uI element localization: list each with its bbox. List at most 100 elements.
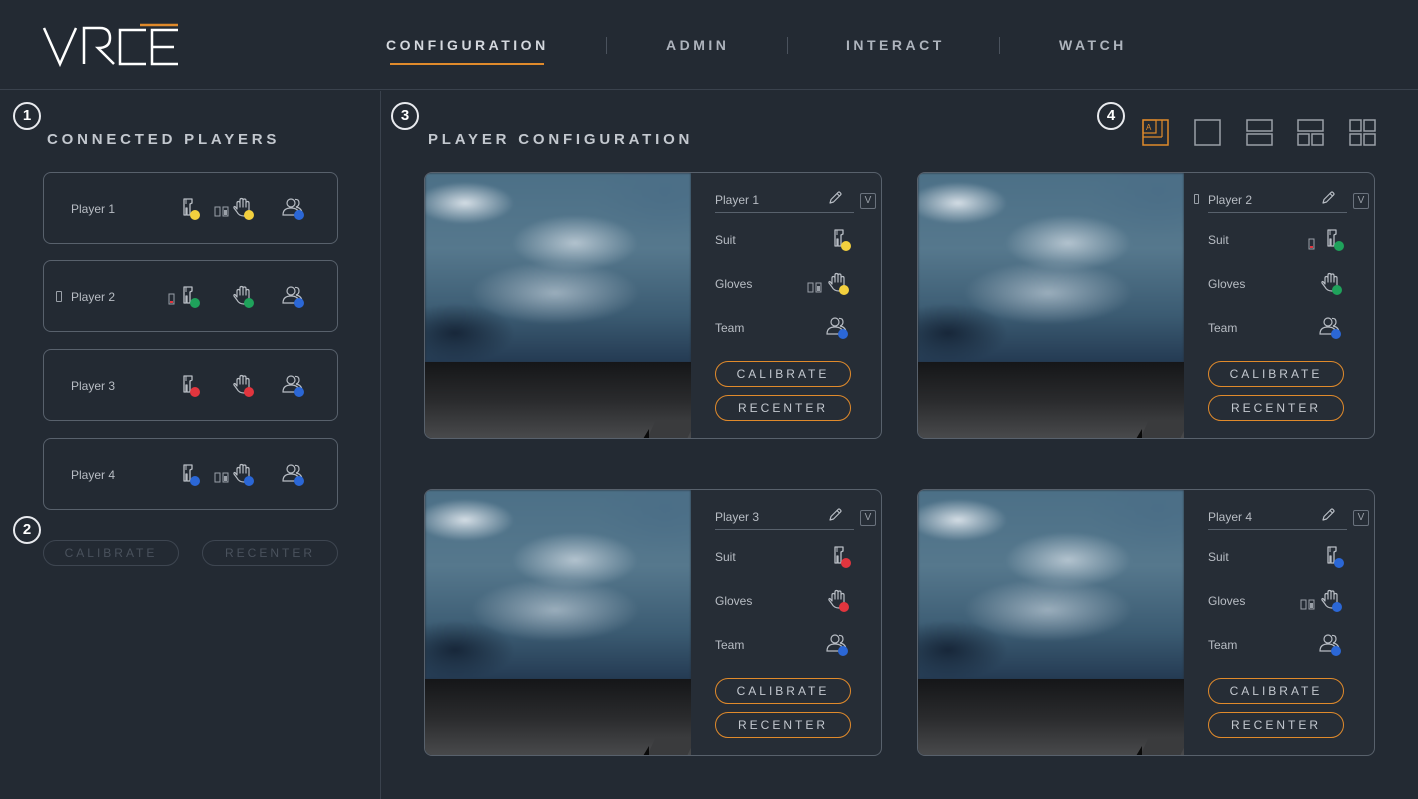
calibrate-button[interactable]: CALIBRATE (1208, 678, 1344, 704)
suit-label: Suit (1208, 550, 1229, 564)
status-dot (1334, 558, 1344, 568)
status-dot (838, 646, 848, 656)
calibrate-button[interactable]: CALIBRATE (1208, 361, 1344, 387)
player-settings: Player 1 V Suit Gloves Team CALIBRATE RECENTER (691, 173, 881, 438)
layout-two-rows-icon[interactable] (1246, 119, 1273, 146)
glove-batteries-icon (1300, 597, 1316, 610)
nav-admin[interactable]: ADMIN (666, 37, 729, 53)
player-config-panel: Player 3 V Suit Gloves Team CALIBRATE RECENTER (424, 489, 882, 756)
svg-text:A: A (1146, 123, 1152, 132)
suit-icon (827, 226, 855, 254)
nav-interact[interactable]: INTERACT (846, 37, 945, 53)
team-icon (1317, 631, 1345, 659)
name-underline (715, 529, 854, 530)
battery-low-icon (1308, 237, 1315, 250)
status-dot (1332, 602, 1342, 612)
calibrate-button[interactable]: CALIBRATE (715, 678, 851, 704)
calibrate-all-button[interactable]: CALIBRATE (43, 540, 179, 566)
glove-batteries-icon (214, 470, 230, 483)
edit-pencil-icon[interactable] (827, 190, 843, 206)
sky-background (918, 173, 1184, 363)
glove-icon (825, 587, 853, 615)
recenter-button[interactable]: RECENTER (715, 712, 851, 738)
glove-icon (1318, 587, 1346, 615)
vree-logo (42, 23, 178, 68)
player-camera-view (918, 173, 1184, 438)
status-dot (190, 298, 200, 308)
connected-player-card[interactable]: Player 2 (43, 260, 338, 332)
recenter-all-button[interactable]: RECENTER (202, 540, 338, 566)
suit-icon (176, 461, 204, 489)
recenter-button[interactable]: RECENTER (1208, 395, 1344, 421)
battery-icon (1194, 194, 1199, 204)
gloves-label: Gloves (1208, 594, 1246, 608)
status-dot (1331, 646, 1341, 656)
player-name-field[interactable]: Player 2 (1208, 193, 1252, 207)
status-dot (1334, 241, 1344, 251)
player-settings: Player 4 V Suit Gloves Team CALIBRATE RECENTER (1184, 490, 1374, 755)
nav-configuration[interactable]: CONFIGURATION (386, 37, 549, 53)
team-icon (1317, 314, 1345, 342)
ground-shade (1139, 738, 1184, 755)
name-underline (1208, 529, 1347, 530)
status-dot (244, 298, 254, 308)
expand-toggle-button[interactable]: V (860, 510, 876, 526)
status-dot (294, 298, 304, 308)
ground-shade (646, 738, 691, 755)
expand-toggle-button[interactable]: V (1353, 193, 1369, 209)
player-name-field[interactable]: Player 3 (715, 510, 759, 524)
glove-batteries-icon (807, 280, 823, 293)
suit-label: Suit (1208, 233, 1229, 247)
connected-player-card[interactable]: Player 1 (43, 172, 338, 244)
calibrate-button[interactable]: CALIBRATE (715, 361, 851, 387)
suit-icon (176, 372, 204, 400)
connected-players-title: CONNECTED PLAYERS (47, 131, 281, 148)
player-name: Player 3 (71, 379, 116, 393)
glove-icon (1318, 270, 1346, 298)
gloves-label: Gloves (715, 594, 753, 608)
edit-pencil-icon[interactable] (1320, 190, 1336, 206)
gloves-label: Gloves (715, 277, 753, 291)
status-dot (244, 210, 254, 220)
expand-toggle-button[interactable]: V (1353, 510, 1369, 526)
player-name-field[interactable]: Player 1 (715, 193, 759, 207)
layout-auto-icon[interactable]: A (1142, 119, 1169, 146)
player-settings: Player 3 V Suit Gloves Team CALIBRATE RECENTER (691, 490, 881, 755)
status-dot (838, 329, 848, 339)
layout-single-icon[interactable] (1194, 119, 1221, 146)
step-marker-2: 2 (13, 516, 41, 544)
expand-toggle-button[interactable]: V (860, 193, 876, 209)
battery-icon (56, 291, 62, 302)
player-name: Player 4 (71, 468, 116, 482)
step-marker-1: 1 (13, 102, 41, 130)
connected-player-card[interactable]: Player 4 (43, 438, 338, 510)
player-config-panel: Player 2 V Suit Gloves Team CALIBRATE RECENTER (917, 172, 1375, 439)
status-dot (294, 387, 304, 397)
status-dot (190, 476, 200, 486)
edit-pencil-icon[interactable] (1320, 507, 1336, 523)
status-dot (294, 210, 304, 220)
name-underline (715, 212, 854, 213)
layout-three-split-icon[interactable] (1297, 119, 1324, 146)
recenter-button[interactable]: RECENTER (715, 395, 851, 421)
team-label: Team (1208, 638, 1238, 652)
team-label: Team (715, 321, 745, 335)
suit-icon (827, 543, 855, 571)
top-header: CONFIGURATION ADMIN INTERACT WATCH (0, 0, 1418, 90)
ground-notch (1136, 746, 1142, 755)
ground-notch (1136, 429, 1142, 438)
recenter-button[interactable]: RECENTER (1208, 712, 1344, 738)
player-camera-view (425, 173, 691, 438)
team-label: Team (715, 638, 745, 652)
edit-pencil-icon[interactable] (827, 507, 843, 523)
status-dot (1331, 329, 1341, 339)
player-name-field[interactable]: Player 4 (1208, 510, 1252, 524)
player-config-panel: Player 1 V Suit Gloves Team CALIBRATE RECENTER (424, 172, 882, 439)
nav-watch[interactable]: WATCH (1059, 37, 1127, 53)
status-dot (190, 210, 200, 220)
sky-background (918, 490, 1184, 680)
connected-player-card[interactable]: Player 3 (43, 349, 338, 421)
ground-notch (643, 746, 649, 755)
nav-separator (787, 37, 788, 54)
layout-quad-icon[interactable] (1349, 119, 1376, 146)
